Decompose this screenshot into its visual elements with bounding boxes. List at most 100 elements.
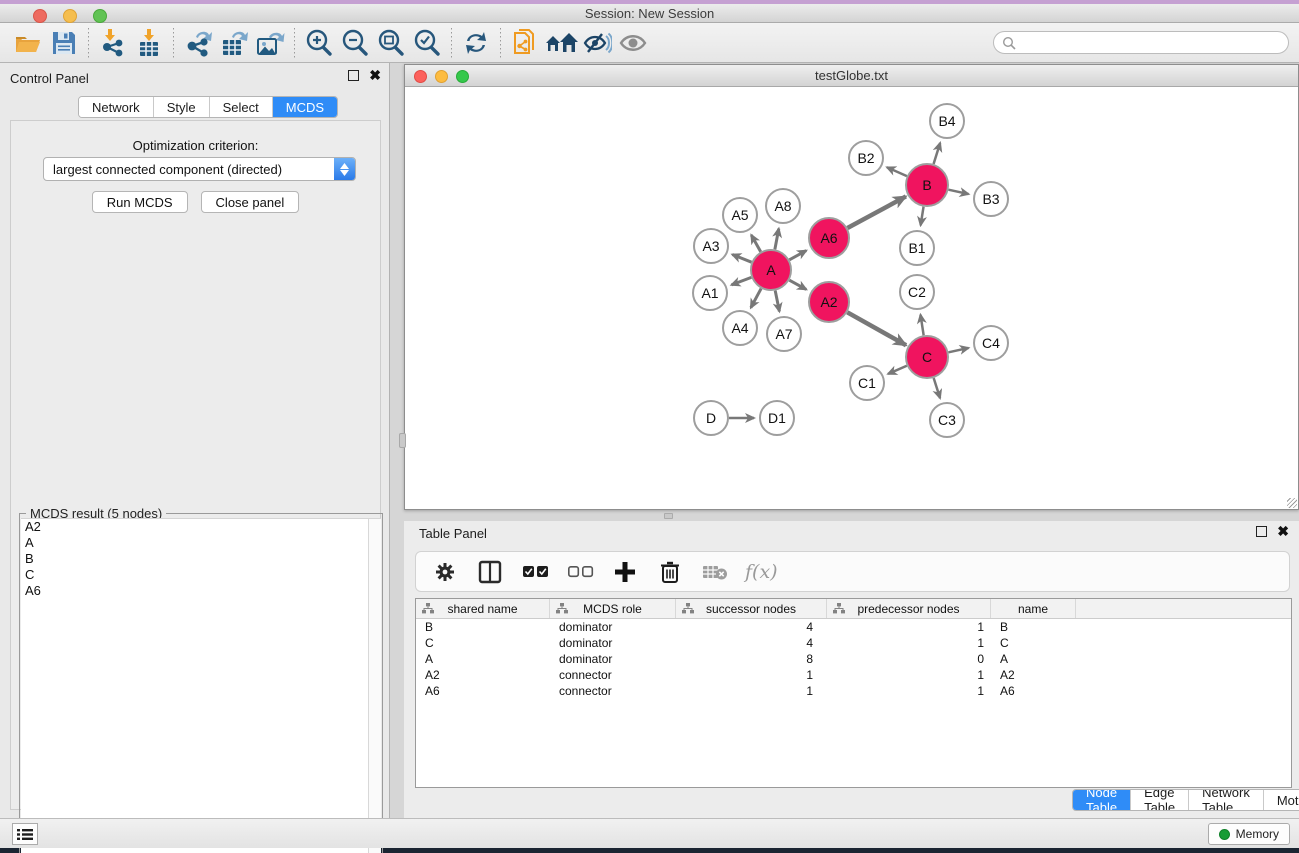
save-session-button[interactable] (46, 26, 82, 60)
column-header-successor-nodes[interactable]: successor nodes (676, 599, 827, 618)
export-table-button[interactable] (216, 26, 252, 60)
column-header-shared-name[interactable]: shared name (416, 599, 550, 618)
zoom-fit-button[interactable] (373, 26, 409, 60)
table-row[interactable]: A2connector11A2 (416, 667, 1291, 683)
cell[interactable]: 0 (827, 651, 991, 667)
search-input[interactable] (1016, 36, 1288, 50)
zoom-selected-button[interactable] (409, 26, 445, 60)
network-window-titlebar[interactable]: testGlobe.txt (405, 65, 1298, 87)
tab-network-table[interactable]: Network Table (1189, 790, 1264, 810)
column-header-predecessor-nodes[interactable]: predecessor nodes (827, 599, 991, 618)
edge-A-A4[interactable] (751, 289, 761, 308)
tab-motifs[interactable]: Motifs (1264, 790, 1299, 810)
edge-A2-C[interactable] (847, 312, 906, 345)
network-document-button[interactable] (507, 26, 543, 60)
import-table-button[interactable] (131, 26, 167, 60)
run-mcds-button[interactable]: Run MCDS (92, 191, 188, 213)
result-scrollbar[interactable] (368, 519, 381, 853)
panel-splitter-grip[interactable] (664, 513, 673, 519)
delete-column-button[interactable] (655, 557, 685, 587)
export-image-button[interactable] (252, 26, 288, 60)
show-column-panel-button[interactable] (475, 557, 505, 587)
cell[interactable]: A2 (416, 667, 550, 683)
zoom-out-button[interactable] (337, 26, 373, 60)
cell[interactable]: B (416, 619, 550, 635)
home-overview-button[interactable] (543, 26, 579, 60)
result-item[interactable]: A6 (21, 583, 381, 599)
export-network-button[interactable] (180, 26, 216, 60)
tab-style[interactable]: Style (154, 97, 210, 117)
edge-A-A6[interactable] (789, 251, 806, 260)
table-row[interactable]: Adominator80A (416, 651, 1291, 667)
edge-A-A5[interactable] (751, 235, 760, 252)
edge-A6-B[interactable] (847, 196, 905, 228)
cell[interactable]: 1 (827, 667, 991, 683)
hide-glasses-button[interactable] (579, 26, 615, 60)
open-session-button[interactable] (10, 26, 46, 60)
refresh-layout-button[interactable] (458, 26, 494, 60)
cell[interactable]: dominator (550, 619, 676, 635)
edge-C-C1[interactable] (888, 366, 907, 374)
table-row[interactable]: Cdominator41C (416, 635, 1291, 651)
create-column-button[interactable] (610, 557, 640, 587)
tab-select[interactable]: Select (210, 97, 273, 117)
cell[interactable]: A6 (416, 683, 550, 699)
table-row[interactable]: Bdominator41B (416, 619, 1291, 635)
cell[interactable]: 1 (676, 667, 827, 683)
cell[interactable]: A (416, 651, 550, 667)
cell[interactable]: C (416, 635, 550, 651)
edge-C-C4[interactable] (948, 348, 968, 352)
close-panel-icon[interactable]: ✖ (369, 70, 381, 81)
cell[interactable]: dominator (550, 651, 676, 667)
mcds-result-list[interactable]: A2ABCA6 (21, 518, 381, 853)
float-panel-icon[interactable] (348, 70, 359, 81)
result-item[interactable]: A (21, 535, 381, 551)
edge-A-A2[interactable] (789, 280, 806, 289)
cell[interactable]: 1 (827, 619, 991, 635)
cell[interactable]: A6 (991, 683, 1076, 699)
deselect-all-columns-button[interactable] (565, 557, 595, 587)
cell[interactable]: 1 (676, 683, 827, 699)
result-item[interactable]: B (21, 551, 381, 567)
table-settings-button[interactable] (430, 557, 460, 587)
cell[interactable]: 4 (676, 619, 827, 635)
select-all-columns-button[interactable] (520, 557, 550, 587)
cell[interactable]: A2 (991, 667, 1076, 683)
delete-table-button[interactable] (700, 557, 730, 587)
edge-C-C2[interactable] (920, 315, 923, 336)
criterion-dropdown[interactable]: largest connected component (directed) (43, 157, 356, 181)
cell[interactable]: B (991, 619, 1076, 635)
toolbar-search-field[interactable] (993, 31, 1289, 54)
tab-mcds[interactable]: MCDS (273, 97, 337, 117)
task-history-button[interactable] (12, 823, 38, 845)
cell[interactable]: A (991, 651, 1076, 667)
function-builder-button[interactable]: f(x) (745, 561, 778, 583)
network-vertical-scrollthumb[interactable] (399, 433, 406, 448)
result-item[interactable]: A2 (21, 519, 381, 535)
cell[interactable]: dominator (550, 635, 676, 651)
table-row[interactable]: A6connector11A6 (416, 683, 1291, 699)
close-table-panel-icon[interactable]: ✖ (1277, 526, 1289, 537)
import-network-button[interactable] (95, 26, 131, 60)
edge-B-B3[interactable] (948, 190, 968, 194)
network-canvas[interactable]: AA6A2BCA5A8A3A1A4A7B2B4B3B1C2C4C1C3DD1 (405, 88, 1298, 509)
cell[interactable]: connector (550, 683, 676, 699)
edge-A-A3[interactable] (732, 255, 751, 263)
cell[interactable]: 8 (676, 651, 827, 667)
tab-edge-table[interactable]: Edge Table (1131, 790, 1189, 810)
column-header-name[interactable]: name (991, 599, 1076, 618)
tab-node-table[interactable]: Node Table (1073, 790, 1131, 810)
zoom-in-button[interactable] (301, 26, 337, 60)
tab-network[interactable]: Network (79, 97, 154, 117)
close-panel-button[interactable]: Close panel (201, 191, 300, 213)
edge-B-B1[interactable] (921, 207, 924, 226)
node-table[interactable]: shared nameMCDS rolesuccessor nodesprede… (415, 598, 1292, 788)
edge-A-A1[interactable] (732, 277, 752, 284)
network-resize-grip[interactable] (1287, 498, 1297, 508)
edge-B-B2[interactable] (887, 167, 907, 176)
edge-C-C3[interactable] (934, 378, 940, 398)
cell[interactable]: 4 (676, 635, 827, 651)
column-header-MCDS-role[interactable]: MCDS role (550, 599, 676, 618)
result-item[interactable]: C (21, 567, 381, 583)
cell[interactable]: 1 (827, 683, 991, 699)
